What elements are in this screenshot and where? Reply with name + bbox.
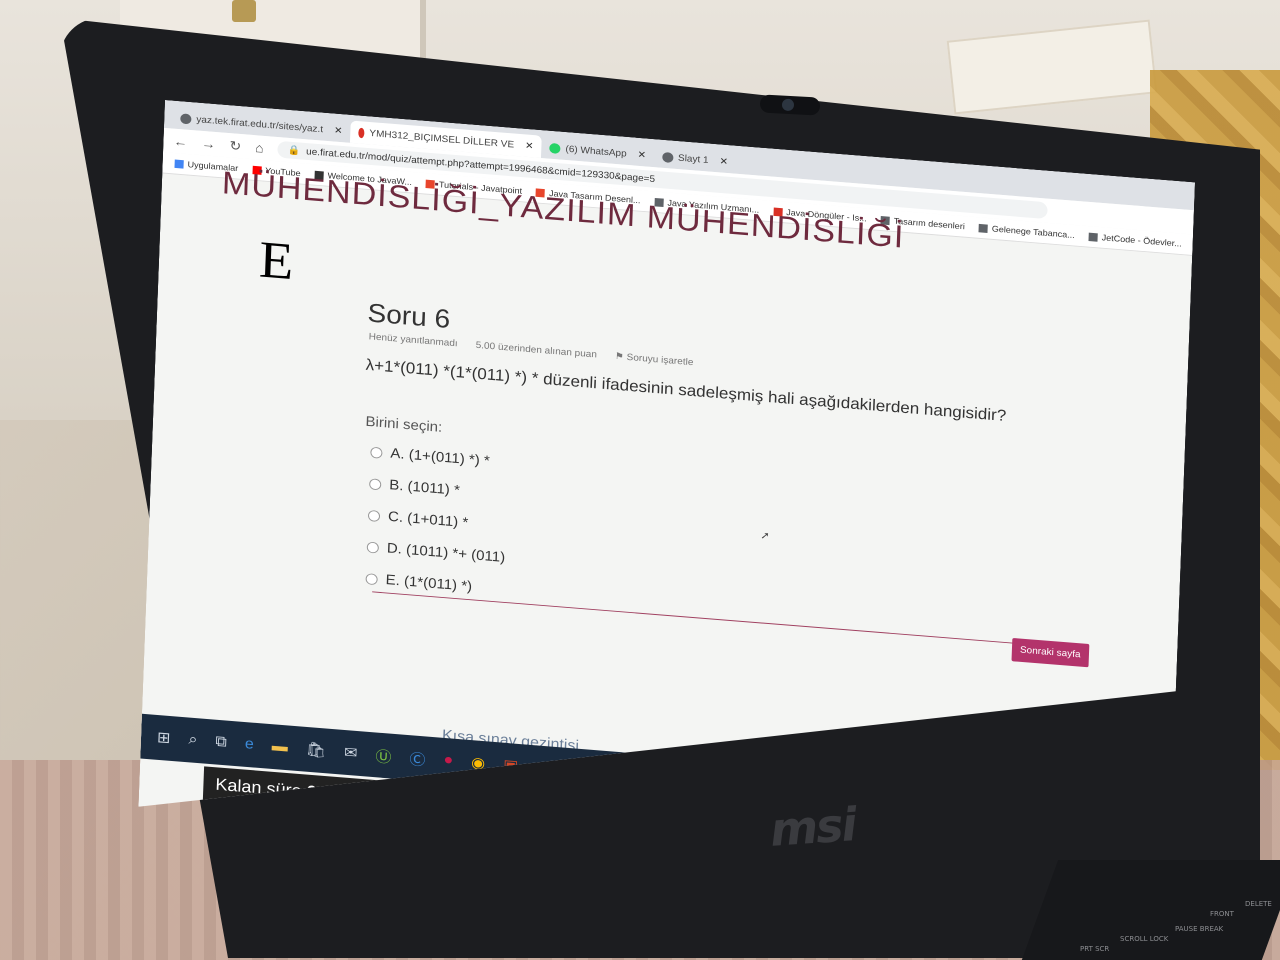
globe-icon bbox=[979, 224, 988, 233]
globe-icon bbox=[1089, 233, 1098, 242]
key: DELETE bbox=[1245, 900, 1272, 908]
file-explorer-icon[interactable]: ▬ bbox=[271, 738, 288, 756]
close-icon[interactable]: ✕ bbox=[525, 140, 534, 151]
divider bbox=[372, 591, 1052, 646]
lock-icon: 🔒 bbox=[287, 144, 301, 157]
laptop-screen: yaz.tek.firat.edu.tr/sites/yaz.t ✕ YMH312… bbox=[138, 100, 1205, 909]
app-c-icon[interactable]: Ⓒ bbox=[409, 746, 426, 770]
tab-label: yaz.tek.firat.edu.tr/sites/yaz.t bbox=[196, 114, 324, 135]
raspberry-icon[interactable]: ● bbox=[443, 752, 453, 770]
apps-icon bbox=[174, 160, 183, 169]
back-icon[interactable]: ← bbox=[173, 133, 188, 149]
task-view-icon[interactable]: ⧉ bbox=[215, 734, 227, 752]
radio-button[interactable] bbox=[367, 541, 379, 553]
question-status: Henüz yanıtlanmadı bbox=[368, 331, 458, 350]
webcam-lens bbox=[781, 98, 795, 112]
browser-window: yaz.tek.firat.edu.tr/sites/yaz.t ✕ YMH312… bbox=[138, 100, 1195, 889]
option-a[interactable]: A. (1+(011) *) * bbox=[370, 444, 490, 469]
bookmark-jetcode[interactable]: JetCode - Ödevler... bbox=[1089, 232, 1182, 249]
tab-label: Slayt 1 bbox=[677, 152, 709, 166]
key: PRT SCR bbox=[1080, 945, 1110, 953]
option-e[interactable]: E. (1*(011) *) bbox=[365, 570, 472, 594]
reload-icon[interactable]: ↻ bbox=[229, 137, 241, 154]
close-icon[interactable]: ✕ bbox=[637, 149, 646, 160]
mail-icon[interactable]: ✉ bbox=[344, 743, 358, 763]
timer-value: 0:20:35 bbox=[306, 782, 369, 806]
option-b[interactable]: B. (1011) * bbox=[369, 475, 460, 498]
question-title: Soru 6 bbox=[367, 298, 451, 334]
tab-favicon bbox=[662, 151, 673, 162]
webcam bbox=[759, 94, 821, 116]
flag-icon: ⚑ bbox=[614, 351, 625, 363]
bookmark-label: JetCode - Ödevler... bbox=[1101, 232, 1182, 249]
app-u-icon[interactable]: Ⓤ bbox=[375, 744, 392, 768]
door-handle bbox=[232, 0, 256, 22]
tab-favicon bbox=[549, 142, 560, 153]
option-d[interactable]: D. (1011) *+ (011) bbox=[367, 539, 506, 566]
option-label: D. (1011) *+ (011) bbox=[386, 540, 506, 566]
option-label: B. (1011) * bbox=[388, 477, 461, 499]
bookmark-label: Gelenege Tabanca... bbox=[991, 223, 1075, 240]
tab-favicon bbox=[180, 113, 191, 124]
bookmark-gelenege[interactable]: Gelenege Tabanca... bbox=[979, 223, 1075, 240]
option-label: C. (1+011) * bbox=[387, 508, 469, 531]
big-letter-e: E bbox=[258, 230, 295, 292]
keyboard bbox=[1021, 860, 1280, 960]
chrome-icon[interactable]: ◉ bbox=[471, 753, 486, 773]
option-c[interactable]: C. (1+011) * bbox=[368, 507, 469, 531]
edge-icon[interactable]: e bbox=[245, 736, 255, 753]
store-icon[interactable]: 🛍 bbox=[305, 740, 326, 760]
key: FRONT bbox=[1210, 910, 1234, 918]
question-points: 5.00 üzerinden alınan puan bbox=[475, 340, 598, 361]
tab-favicon bbox=[358, 127, 364, 138]
timer-label: Kalan süre bbox=[215, 774, 302, 801]
flag-label: Soruyu işaretle bbox=[626, 352, 694, 368]
powerpoint-icon[interactable]: ▣ bbox=[503, 756, 519, 776]
radio-button[interactable] bbox=[365, 573, 377, 585]
option-label: E. (1*(011) *) bbox=[385, 571, 473, 595]
radio-button[interactable] bbox=[368, 509, 380, 521]
home-icon[interactable]: ⌂ bbox=[255, 140, 264, 156]
radio-button[interactable] bbox=[370, 446, 382, 458]
key: SCROLL LOCK bbox=[1120, 935, 1169, 943]
laptop-brand-logo: msi bbox=[768, 797, 857, 857]
choose-label: Birini seçin: bbox=[365, 413, 443, 436]
close-icon[interactable]: ✕ bbox=[334, 125, 343, 136]
windows-start-icon[interactable]: ⊞ bbox=[157, 728, 171, 748]
next-page-button[interactable]: Sonraki sayfa bbox=[1011, 638, 1088, 667]
forward-icon[interactable]: → bbox=[201, 136, 216, 152]
mouse-cursor-icon: ➚ bbox=[760, 530, 770, 542]
option-label: A. (1+(011) *) * bbox=[390, 445, 491, 470]
radio-button[interactable] bbox=[369, 478, 381, 490]
search-icon[interactable]: ⌕ bbox=[188, 732, 198, 749]
close-icon[interactable]: ✕ bbox=[719, 156, 728, 167]
flag-question-link[interactable]: ⚑ Soruyu işaretle bbox=[615, 351, 694, 368]
tab-label: (6) WhatsApp bbox=[565, 143, 627, 159]
key: PAUSE BREAK bbox=[1175, 925, 1224, 933]
